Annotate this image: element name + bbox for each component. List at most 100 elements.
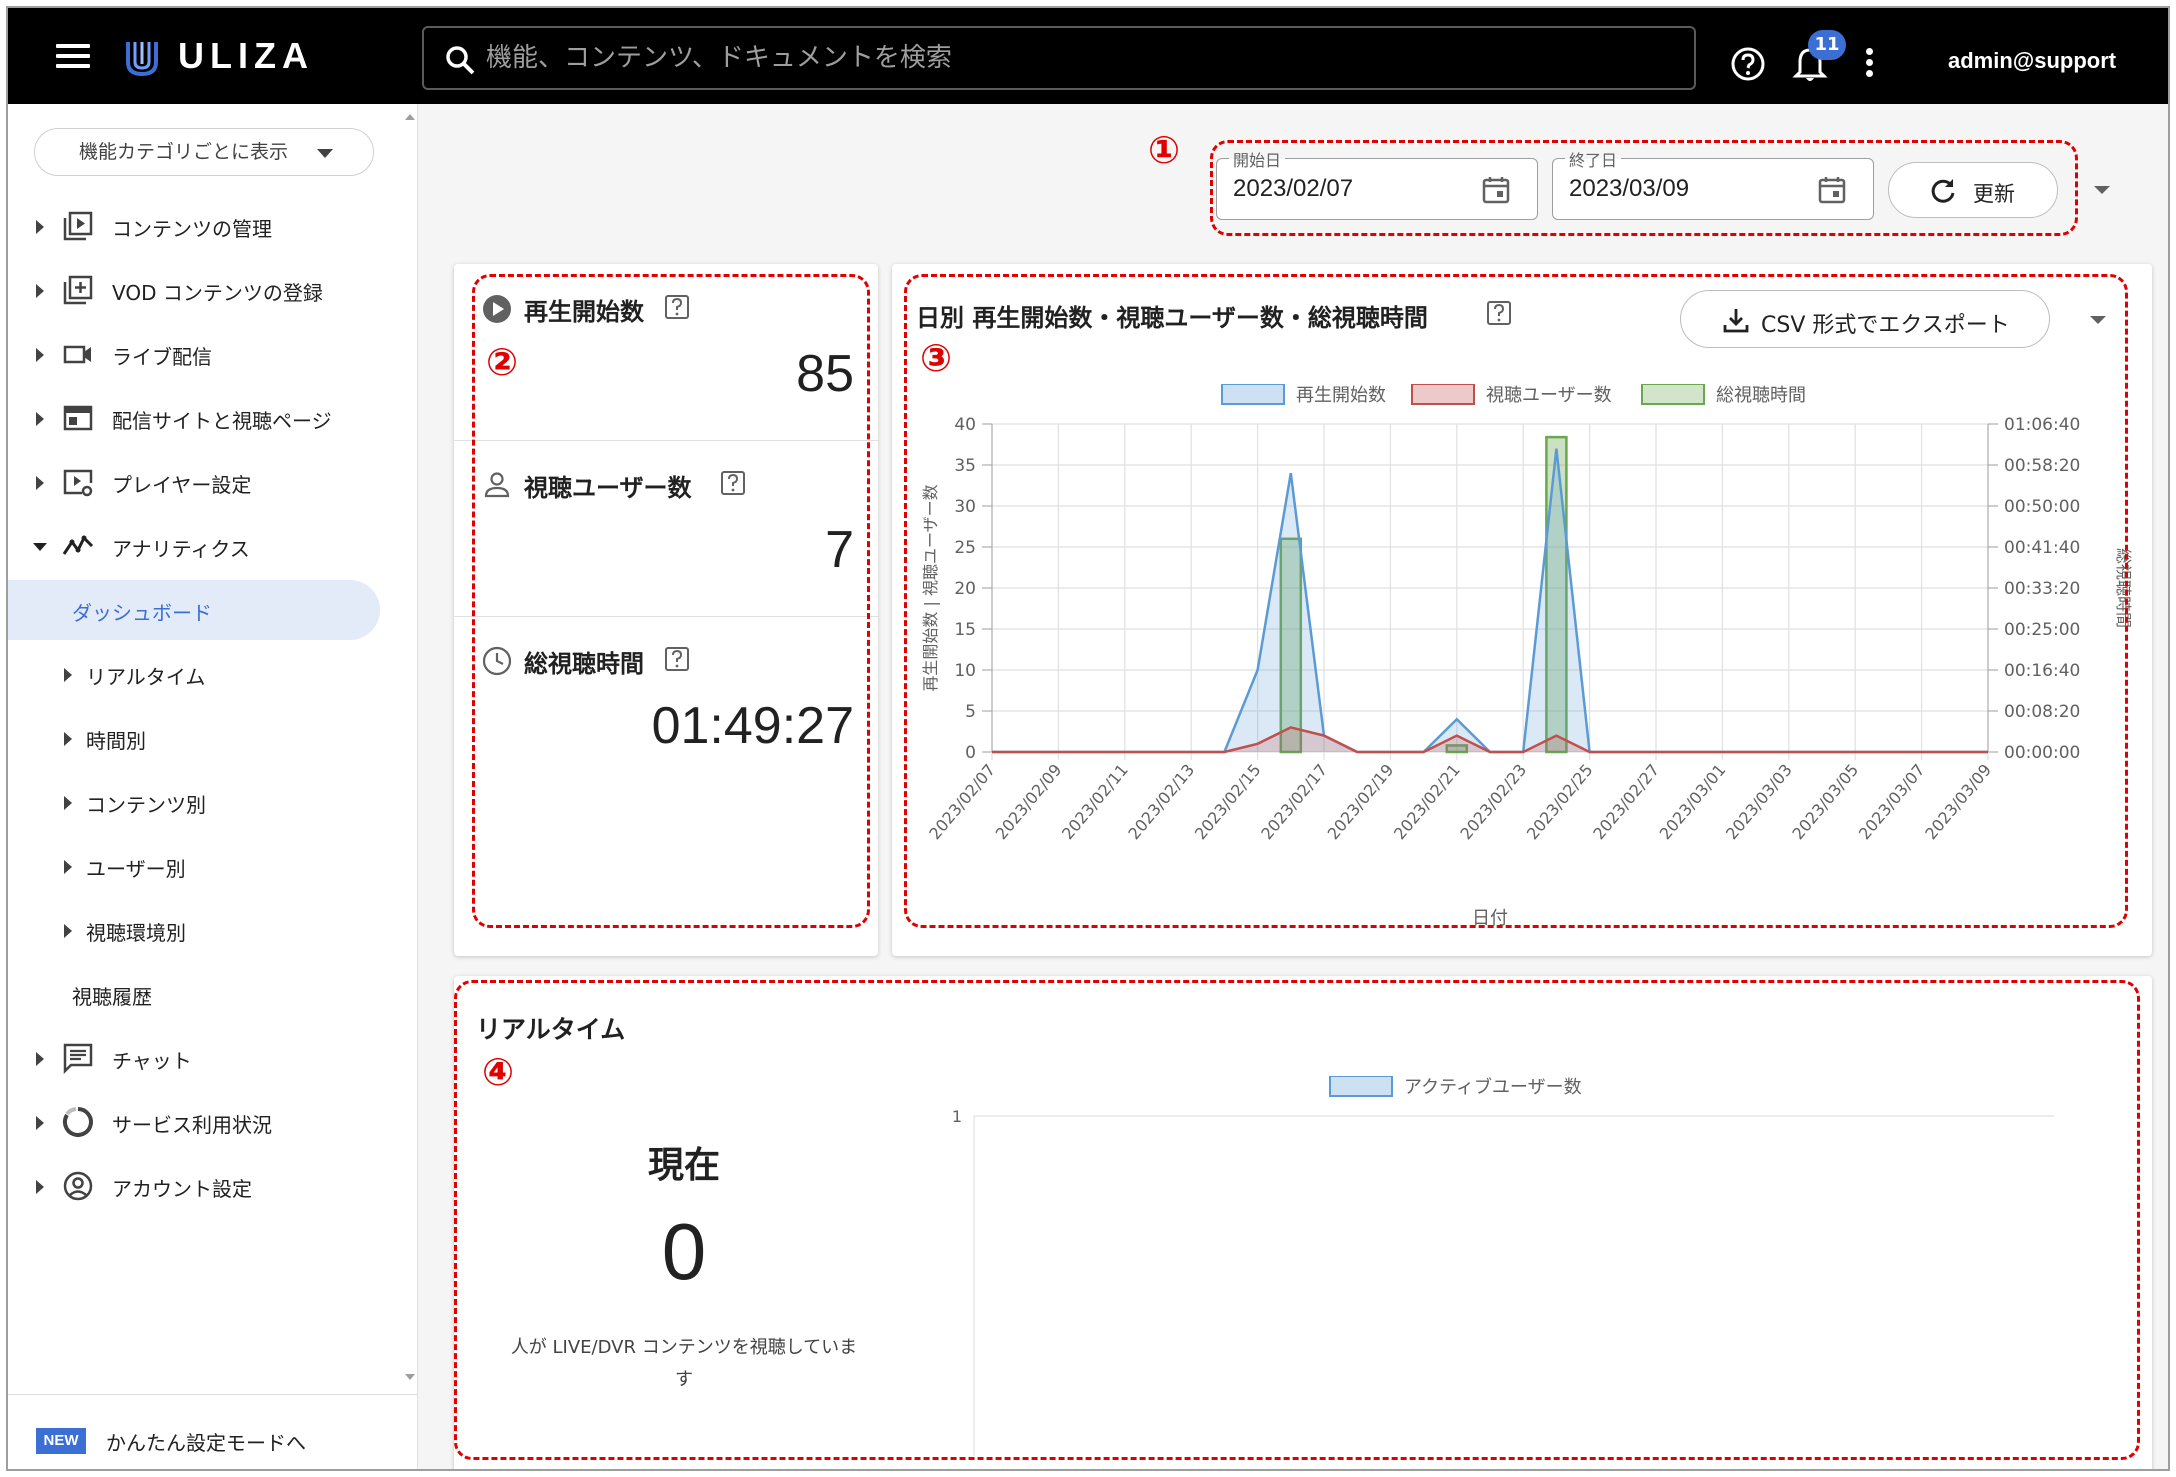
stat-total-time: 総視聴時間 01:49:27: [454, 616, 878, 792]
expand-arrow-icon: [36, 1052, 44, 1066]
annotation-number-2: ②: [486, 340, 519, 384]
stat-user-count: 視聴ユーザー数 7: [454, 440, 878, 616]
help-box-icon[interactable]: [664, 294, 690, 322]
legend-swatch: [1411, 384, 1475, 405]
x-tick-label: 2023/02/11: [1058, 760, 1132, 843]
sidebar-item-realtime[interactable]: リアルタイム: [8, 644, 388, 704]
help-icon[interactable]: [1730, 46, 1766, 82]
sidebar-item-content-management[interactable]: コンテンツの管理: [8, 196, 388, 256]
sidebar-item-live[interactable]: ライブ配信: [8, 324, 388, 384]
filter-menu-caret-icon[interactable]: [2094, 186, 2110, 194]
realtime-now-label: 現在: [647, 1145, 720, 1186]
stat-title: 総視聴時間: [524, 650, 644, 678]
expand-arrow-icon: [36, 1116, 44, 1130]
easy-mode-label: かんたん設定モードへ: [106, 1431, 306, 1455]
csv-export-button[interactable]: CSV 形式でエクスポート: [1680, 290, 2050, 348]
sidebar-scrollbar[interactable]: [402, 104, 418, 1384]
scroll-up-icon[interactable]: [405, 114, 415, 120]
search-input[interactable]: [486, 38, 1666, 78]
help-box-icon[interactable]: [720, 470, 746, 498]
expand-arrow-icon: [64, 924, 72, 938]
y2-tick-label: 00:16:40: [2004, 661, 2080, 681]
sidebar-item-account[interactable]: アカウント設定: [8, 1156, 388, 1216]
menu-icon[interactable]: [56, 44, 90, 68]
category-view-button[interactable]: 機能カテゴリごとに表示: [34, 128, 374, 176]
expand-arrow-icon: [36, 476, 44, 490]
sidebar-item-label: ライブ配信: [112, 345, 212, 369]
series-line: [992, 448, 1988, 754]
legend-label: 視聴ユーザー数: [1486, 385, 1612, 406]
y-tick-label: 0: [965, 743, 976, 763]
web-page-icon: [63, 405, 93, 431]
sidebar-item-label: ユーザー別: [86, 857, 186, 881]
sidebar-item-by-environment[interactable]: 視聴環境別: [8, 900, 388, 960]
x-tick-label: 2023/03/07: [1855, 760, 1929, 843]
sidebar-item-history[interactable]: 視聴履歴: [8, 964, 388, 1024]
scroll-down-icon[interactable]: [405, 1374, 415, 1380]
stat-value: 7: [825, 521, 854, 579]
daily-chart: 再生開始数 視聴ユーザー数 総視聴時間051015202530354000:00:0…: [921, 384, 2133, 929]
y-tick-label: 20: [954, 579, 976, 599]
sidebar-item-by-user[interactable]: ユーザー別: [8, 836, 388, 896]
y-tick-label: 35: [954, 456, 976, 476]
y-tick-label: 30: [954, 497, 976, 517]
y-tick-label: 25: [954, 538, 976, 558]
sidebar-item-player[interactable]: プレイヤー設定: [8, 452, 388, 512]
sidebar-item-by-content[interactable]: コンテンツ別: [8, 772, 388, 832]
sidebar-item-label: 時間別: [86, 729, 146, 753]
export-menu-caret-icon[interactable]: [2090, 316, 2106, 324]
sidebar-item-label: コンテンツの管理: [112, 217, 272, 241]
more-vert-icon[interactable]: [1862, 48, 1876, 82]
sidebar-item-dashboard[interactable]: ダッシュボード: [8, 580, 380, 640]
x-tick-label: 2023/02/23: [1456, 760, 1530, 843]
user-account[interactable]: admin@support: [1948, 48, 2116, 74]
top-bar: ULIZA 11 admin@support: [8, 8, 2168, 104]
sidebar-item-sites[interactable]: 配信サイトと視聴ページ: [8, 388, 388, 448]
refresh-label: 更新: [1973, 182, 2015, 206]
add-box-icon: [63, 275, 93, 305]
calendar-icon[interactable]: [1817, 175, 1847, 205]
sidebar-item-label: ダッシュボード: [72, 601, 212, 625]
sidebar-item-label: チャット: [112, 1049, 192, 1073]
calendar-icon[interactable]: [1481, 175, 1511, 205]
sidebar-item-label: リアルタイム: [86, 665, 206, 689]
start-date-field[interactable]: 開始日 2023/02/07: [1216, 147, 1538, 220]
sidebar-item-label: サービス利用状況: [112, 1113, 272, 1137]
x-tick-label: 2023/02/17: [1257, 760, 1331, 843]
y2-tick-label: 00:50:00: [2004, 497, 2080, 517]
y2-tick-label: 00:08:20: [2004, 702, 2080, 722]
help-box-icon[interactable]: [1486, 300, 1512, 328]
legend-swatch: [1221, 384, 1285, 405]
sidebar: 機能カテゴリごとに表示 コンテンツの管理 VOD コンテンツの登録 ライブ配信 …: [8, 104, 418, 1469]
sidebar-item-usage[interactable]: サービス利用状況: [8, 1092, 388, 1152]
easy-mode-link[interactable]: NEW かんたん設定モードへ: [8, 1394, 418, 1469]
y2-tick-label: 01:06:40: [2004, 415, 2080, 435]
annotation-number-3: ③: [920, 336, 953, 380]
search-box[interactable]: [422, 26, 1696, 90]
end-date-field[interactable]: 終了日 2023/03/09: [1552, 147, 1874, 220]
sidebar-item-hourly[interactable]: 時間別: [8, 708, 388, 768]
play-circle-icon: [483, 295, 511, 323]
sidebar-item-analytics[interactable]: アナリティクス: [8, 516, 388, 576]
expand-arrow-icon: [64, 860, 72, 874]
refresh-icon: [1931, 179, 1955, 203]
y-tick-label: 15: [954, 620, 976, 640]
start-date-label: 開始日: [1229, 147, 1286, 171]
x-tick-label: 2023/02/19: [1324, 760, 1398, 843]
help-box-icon[interactable]: [664, 646, 690, 674]
legend-swatch: [1641, 384, 1705, 405]
series-line: [992, 726, 1988, 754]
y2-tick-label: 00:58:20: [2004, 456, 2080, 476]
caret-down-icon: [317, 149, 333, 158]
new-badge: NEW: [36, 1428, 86, 1454]
x-tick-label: 2023/02/09: [992, 760, 1066, 843]
y-axis-label: 再生開始数 | 視聴ユーザー数: [921, 484, 940, 691]
uliza-logo-icon: [126, 42, 158, 77]
refresh-button[interactable]: 更新: [1888, 162, 2058, 218]
daily-chart-title: 日別 再生開始数・視聴ユーザー数・総視聴時間: [916, 304, 1428, 332]
sidebar-item-chat[interactable]: チャット: [8, 1028, 388, 1088]
daily-chart-card: 日別 再生開始数・視聴ユーザー数・総視聴時間 CSV 形式でエクスポート 再生開…: [892, 264, 2152, 956]
csv-export-label: CSV 形式でエクスポート: [1761, 313, 2010, 338]
expand-arrow-icon: [36, 284, 44, 298]
sidebar-item-vod-register[interactable]: VOD コンテンツの登録: [8, 260, 388, 320]
